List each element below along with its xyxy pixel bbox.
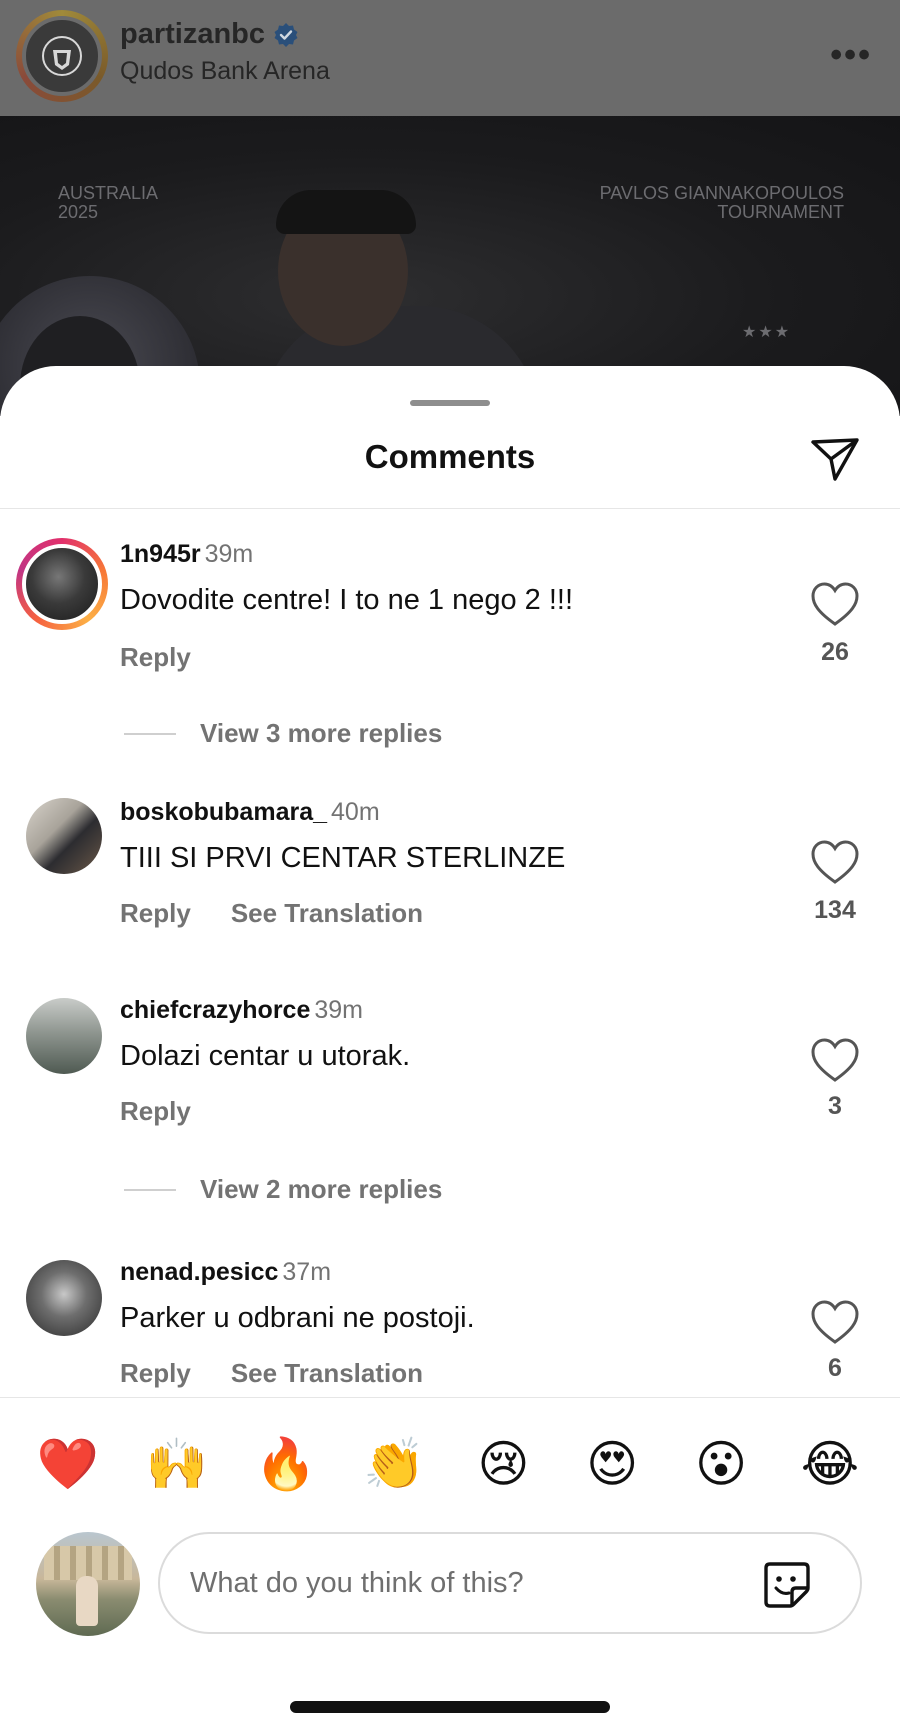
home-indicator[interactable] — [290, 1701, 610, 1713]
like-count: 3 — [828, 1092, 842, 1120]
reply-button[interactable]: Reply — [120, 1096, 191, 1127]
post-location[interactable]: Qudos Bank Arena — [120, 57, 330, 86]
comment-text: Dovodite centre! I to ne 1 nego 2 !!! — [120, 584, 574, 616]
like-count: 26 — [821, 638, 849, 666]
view-replies-line — [124, 732, 176, 735]
view-replies-label: View 2 more replies — [200, 1174, 443, 1204]
see-translation-button[interactable]: See Translation — [231, 898, 423, 929]
reaction-surprised[interactable]: 😮 — [687, 1430, 755, 1498]
comment-time: 37m — [282, 1258, 332, 1286]
comment-username[interactable]: boskobubamara_ — [120, 798, 327, 826]
like-count: 134 — [814, 896, 856, 924]
like-count: 6 — [828, 1354, 842, 1382]
reaction-heart[interactable]: ❤️ — [34, 1430, 102, 1498]
comment-avatar[interactable] — [26, 798, 102, 874]
reply-button[interactable]: Reply — [120, 642, 191, 673]
comment-time: 40m — [331, 798, 380, 826]
comment-text: Dolazi centar u utorak. — [120, 1040, 411, 1072]
partizan-crest-icon — [42, 36, 82, 76]
image-caption-right: PAVLOS GIANNAKOPOULOS TOURNAMENT — [599, 183, 844, 222]
comment-avatar[interactable] — [16, 538, 108, 630]
paper-plane-icon[interactable] — [808, 432, 862, 486]
composer-divider — [0, 1397, 900, 1398]
comments-sheet: Comments 1n945r 39m Dovodite centre! I to… — [0, 366, 900, 1731]
quick-reactions-bar: ❤️ 🙌 🔥 👏 😢 😍 😮 😂 — [0, 1430, 900, 1500]
crest-stars-icon: ★★★ — [742, 324, 792, 341]
player-headband-shape — [276, 190, 416, 234]
current-user-avatar — [36, 1532, 140, 1636]
comment-username[interactable]: nenad.pesicc — [120, 1258, 278, 1286]
comment-text: TIII SI PRVI CENTAR STERLINZE — [120, 842, 566, 874]
sticker-icon[interactable] — [760, 1558, 814, 1612]
comment-time: 39m — [204, 540, 254, 568]
see-translation-button[interactable]: See Translation — [231, 1358, 423, 1389]
reaction-fire[interactable]: 🔥 — [252, 1430, 320, 1498]
comment-time: 39m — [314, 996, 364, 1024]
view-replies-line — [124, 1188, 176, 1191]
view-replies-button[interactable]: View 2 more replies — [124, 1174, 442, 1205]
reaction-clap[interactable]: 👏 — [361, 1430, 429, 1498]
view-replies-button[interactable]: View 3 more replies — [124, 718, 442, 749]
comment-username[interactable]: chiefcrazyhorce — [120, 996, 310, 1024]
comment-text: Parker u odbrani ne postoji. — [120, 1302, 475, 1334]
title-divider — [0, 508, 900, 509]
comment-composer[interactable] — [158, 1532, 862, 1634]
sheet-drag-handle[interactable] — [410, 400, 490, 406]
post-author-username[interactable]: partizanbc — [120, 18, 265, 51]
reaction-laughing[interactable]: 😂 — [796, 1430, 864, 1498]
comment-input[interactable] — [190, 1534, 750, 1632]
reaction-crying[interactable]: 😢 — [469, 1430, 537, 1498]
comment-avatar[interactable] — [26, 998, 102, 1074]
post-author-avatar[interactable] — [16, 10, 108, 102]
heart-outline-icon[interactable] — [808, 580, 862, 630]
view-replies-label: View 3 more replies — [200, 718, 443, 748]
post-header: partizanbc Qudos Bank Arena ••• — [0, 0, 900, 116]
reaction-heart-eyes[interactable]: 😍 — [578, 1430, 646, 1498]
sheet-title: Comments — [364, 438, 536, 475]
image-caption-left: AUSTRALIA 2025 — [58, 183, 159, 222]
more-options-button[interactable]: ••• — [830, 36, 872, 75]
reply-button[interactable]: Reply — [120, 1358, 191, 1389]
reaction-raised-hands[interactable]: 🙌 — [143, 1430, 211, 1498]
heart-outline-icon[interactable] — [808, 1036, 862, 1086]
heart-outline-icon[interactable] — [808, 1298, 862, 1348]
comment-username[interactable]: 1n945r — [120, 540, 201, 568]
reply-button[interactable]: Reply — [120, 898, 191, 929]
heart-outline-icon[interactable] — [808, 838, 862, 888]
comment-avatar[interactable] — [26, 1260, 102, 1336]
verified-badge-icon — [274, 22, 298, 47]
